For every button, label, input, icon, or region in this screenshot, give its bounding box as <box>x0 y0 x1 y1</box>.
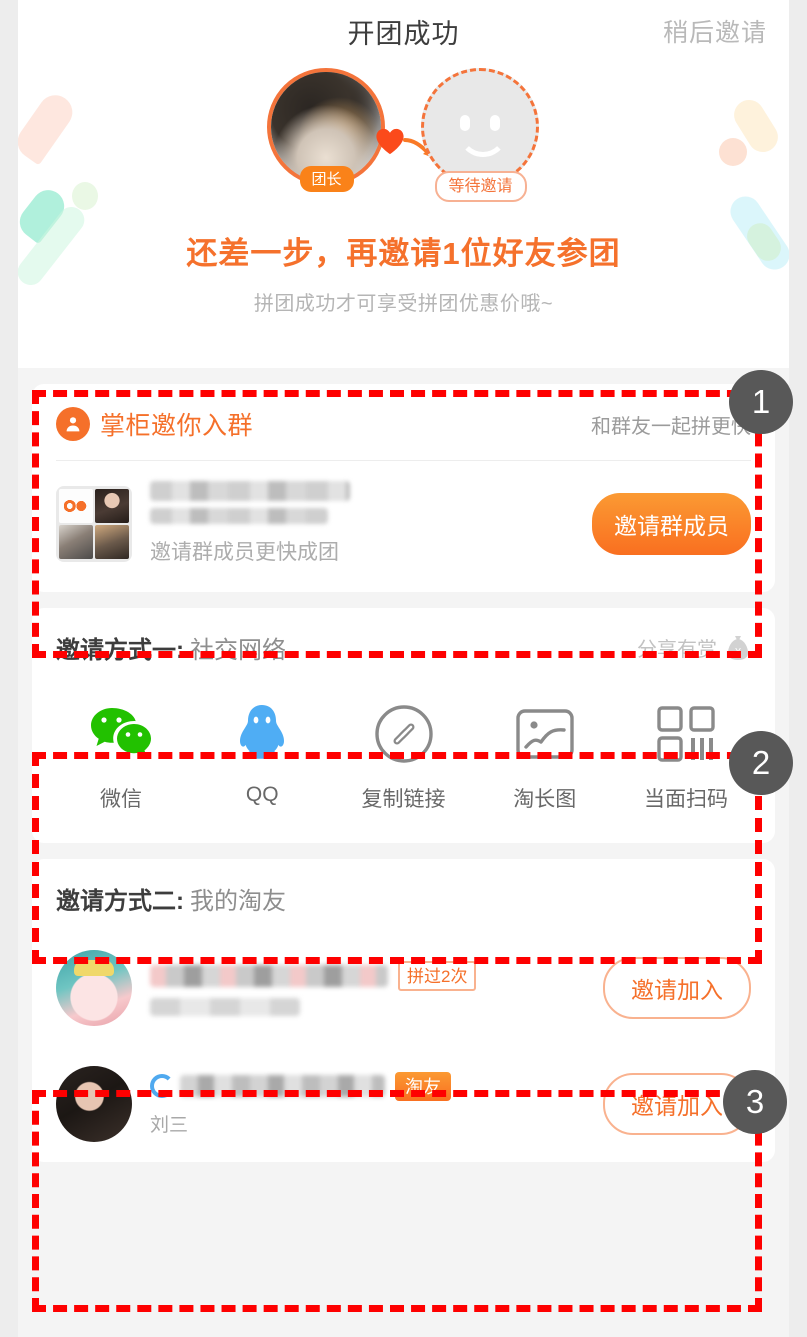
placeholder-eye-icon <box>459 115 470 131</box>
group-avatar-cell <box>59 488 93 523</box>
hero-section: 开团成功 稍后邀请 团长 等待邀请 还差一步，再邀请1位好友参团 拼团成功才可享… <box>18 0 789 368</box>
share-option-long-image[interactable]: 淘长图 <box>486 701 604 813</box>
group-avatar-grid <box>56 485 132 562</box>
hero-avatars: 团长 等待邀请 <box>18 68 789 208</box>
waiting-placeholder-face-icon <box>420 68 539 186</box>
share-option-qr-scan[interactable]: 当面扫码 <box>627 701 745 813</box>
friend-name-masked <box>180 1075 385 1097</box>
placeholder-smile-icon <box>457 131 508 157</box>
wechat-icon <box>62 701 180 767</box>
hero-header: 开团成功 稍后邀请 <box>18 0 789 62</box>
friend-avatar-photo <box>56 1066 132 1142</box>
friends-section-value: 我的淘友 <box>190 888 286 915</box>
phone-viewport: 开团成功 稍后邀请 团长 等待邀请 还差一步，再邀请1位好友参团 拼团成功才可享… <box>18 0 789 1337</box>
waiting-badge: 等待邀请 <box>434 171 527 202</box>
link-copy-icon <box>345 701 463 767</box>
friend-name-line: 拼过2次 <box>150 960 603 991</box>
group-invite-card: 掌柜邀你入群 和群友一起拼更快 邀请群成员更快成团 邀请群成员 <box>32 384 775 592</box>
invite-friend-button[interactable]: 邀请加入 <box>603 957 751 1019</box>
qq-circle-icon <box>150 1074 174 1098</box>
share-option-label: 微信 <box>100 788 142 811</box>
share-option-label: QQ <box>245 783 279 806</box>
group-card-header: 掌柜邀你入群 和群友一起拼更快 <box>32 384 775 460</box>
invite-group-members-button[interactable]: 邀请群成员 <box>592 492 751 555</box>
friend-badge: 拼过2次 <box>398 960 477 991</box>
friend-name-masked <box>150 964 388 987</box>
group-card-subtitle: 邀请群成员更快成团 <box>150 541 339 564</box>
group-card-hint: 和群友一起拼更快 <box>591 415 751 438</box>
social-section-label: 邀请方式一: <box>56 637 184 664</box>
annotation-marker-1: 1 <box>729 370 793 434</box>
group-card-texts: 邀请群成员更快成团 <box>150 481 592 566</box>
share-option-label: 当面扫码 <box>644 788 728 811</box>
leader-badge: 团长 <box>299 166 354 192</box>
friend-nickname: 刘三 <box>150 1114 189 1136</box>
friend-info: 淘友 刘三 <box>150 1071 603 1137</box>
friends-section-header: 邀请方式二: 我的淘友 <box>32 859 775 930</box>
social-section-header: 邀请方式一: 社交网络 分享有赏 ¥ <box>32 608 775 679</box>
qr-code-icon <box>627 701 745 767</box>
share-reward-label: 分享有赏 <box>637 639 717 661</box>
screen-root: 开团成功 稍后邀请 团长 等待邀请 还差一步，再邀请1位好友参团 拼团成功才可享… <box>0 0 807 1337</box>
qq-penguin-icon <box>203 701 321 767</box>
group-card-body: 邀请群成员更快成团 邀请群成员 <box>32 461 775 592</box>
friend-avatar-cartoon <box>56 950 132 1026</box>
group-avatar-cell <box>59 524 93 559</box>
share-reward[interactable]: 分享有赏 ¥ <box>637 633 751 662</box>
share-option-wechat[interactable]: 微信 <box>62 701 180 813</box>
annotation-marker-3: 3 <box>723 1070 787 1134</box>
friends-card: 邀请方式二: 我的淘友 拼过2次 邀请加入 淘友 刘三 邀请加入 <box>32 859 775 1162</box>
friend-info: 拼过2次 <box>150 960 603 1016</box>
heart-icon <box>375 128 404 155</box>
group-avatar-cell <box>95 488 129 523</box>
hero-headline: 还差一步，再邀请1位好友参团 <box>186 236 621 271</box>
svg-text:¥: ¥ <box>734 647 741 658</box>
share-options-row: 微信 QQ 复制链接 淘长图 当面扫码 <box>32 679 775 843</box>
share-option-copy-link[interactable]: 复制链接 <box>345 701 463 813</box>
image-picture-icon <box>486 701 604 767</box>
share-option-label: 复制链接 <box>361 788 446 811</box>
page-gutter-left <box>0 0 18 1337</box>
group-avatar-cell <box>95 524 129 559</box>
share-option-label: 淘长图 <box>513 788 577 811</box>
friend-second-line-masked <box>150 997 300 1016</box>
placeholder-eye-icon <box>489 115 500 131</box>
friend-name-line: 淘友 <box>150 1071 603 1101</box>
hero-subtitle: 拼团成功才可享受拼团优惠价哦~ <box>253 293 554 315</box>
leader-avatar-wrap: 团长 <box>266 68 387 208</box>
share-option-qq[interactable]: QQ <box>203 701 321 813</box>
group-people-icon <box>56 407 90 441</box>
friends-section-label: 邀请方式二: <box>56 888 184 915</box>
waiting-avatar-wrap[interactable]: 等待邀请 <box>375 68 541 208</box>
friend-row: 拼过2次 邀请加入 <box>32 930 775 1046</box>
friend-badge: 淘友 <box>395 1071 451 1101</box>
page-title: 开团成功 <box>347 18 460 49</box>
social-share-card: 邀请方式一: 社交网络 分享有赏 ¥ 微信 QQ 复制链接 淘长图 当面扫码 <box>32 608 775 843</box>
page-gutter-right <box>789 0 807 1337</box>
annotation-marker-2: 2 <box>729 731 793 795</box>
group-name-masked <box>150 481 350 501</box>
group-card-title: 掌柜邀你入群 <box>100 412 254 440</box>
money-bag-icon: ¥ <box>728 635 748 660</box>
invite-later-link[interactable]: 稍后邀请 <box>663 13 767 49</box>
group-name-masked-2 <box>150 508 328 524</box>
social-section-value: 社交网络 <box>190 637 286 664</box>
friend-row: 淘友 刘三 邀请加入 <box>32 1046 775 1162</box>
